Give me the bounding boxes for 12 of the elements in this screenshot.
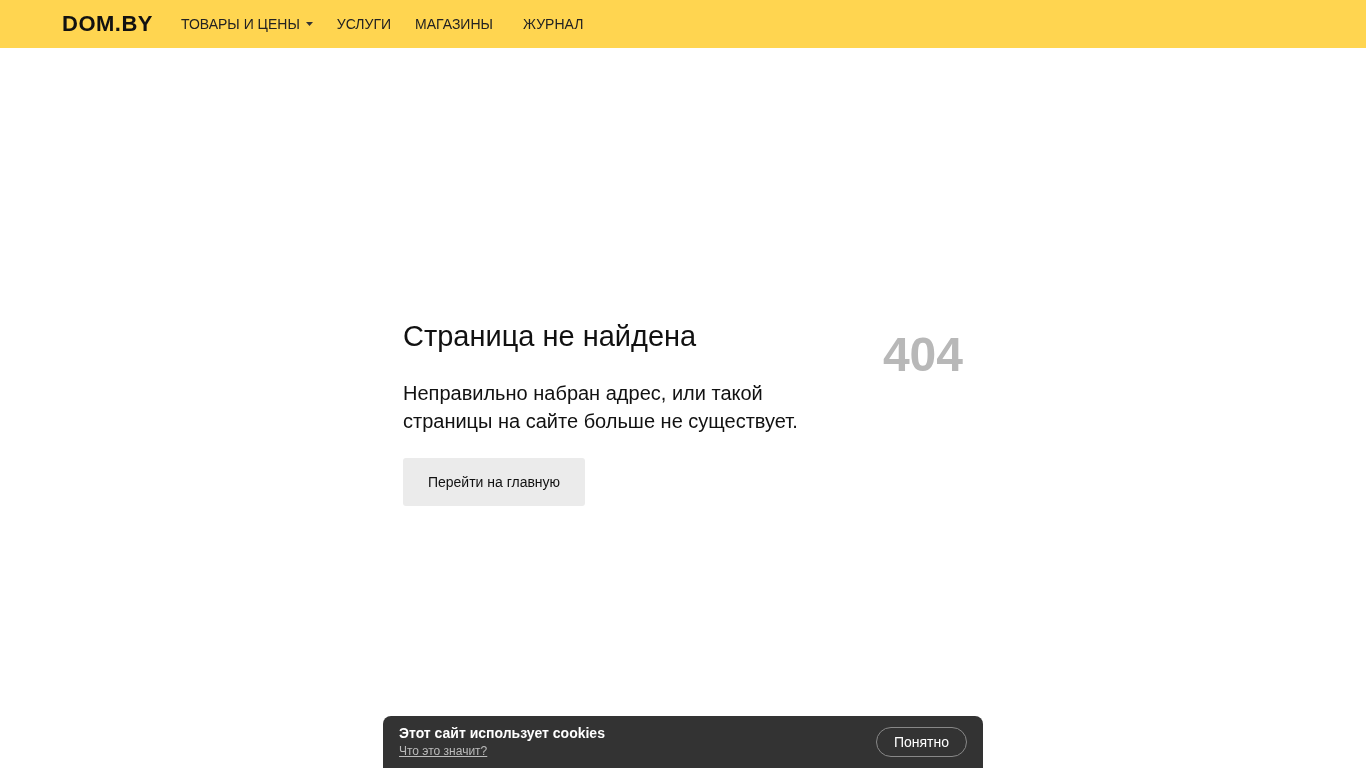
page-title: Страница не найдена — [403, 319, 698, 353]
nav-link[interactable]: ТОВАРЫ И ЦЕНЫ — [181, 16, 313, 32]
nav-link[interactable]: МАГАЗИНЫ — [415, 16, 493, 32]
error-message: Неправильно набран адрес, или такой страницы на сайте больше не существует. — [403, 381, 799, 434]
nav-link[interactable]: ЖУРНАЛ — [522, 16, 584, 32]
nav-link[interactable]: УСЛУГИ — [336, 16, 392, 32]
cookie-info-link[interactable]: Что это значит? — [399, 744, 488, 758]
cookie-notice: Этот сайт использует cookies — [399, 725, 605, 741]
caret-icon — [305, 22, 313, 26]
error-code: 404 — [882, 327, 963, 383]
site-logo[interactable]: DOM.BY — [62, 11, 153, 37]
home-button[interactable]: Перейти на главную — [403, 458, 585, 506]
